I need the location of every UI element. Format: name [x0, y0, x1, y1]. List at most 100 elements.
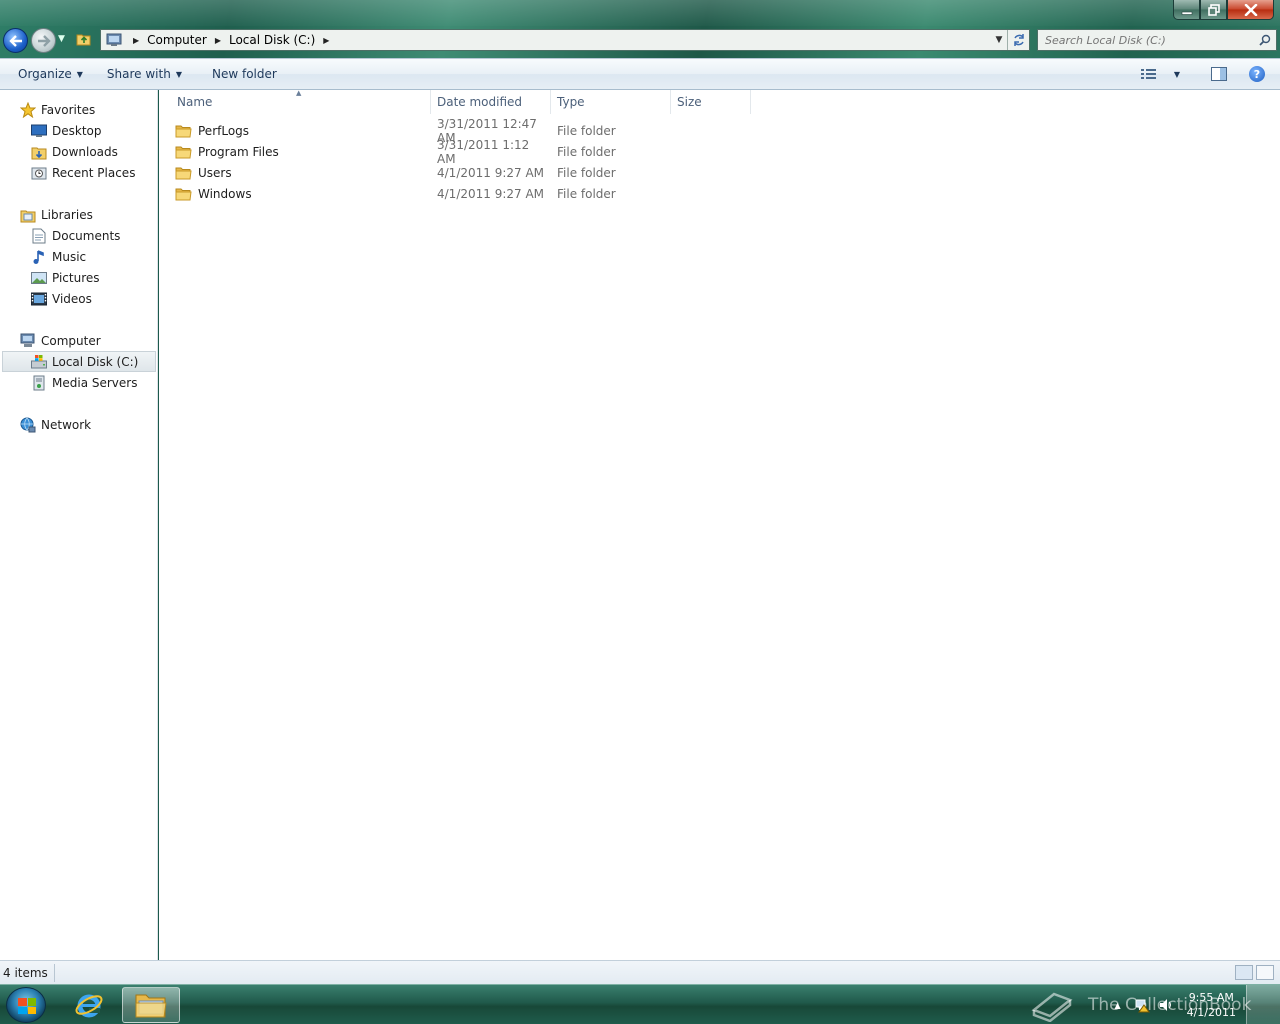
folder-icon	[175, 125, 192, 138]
column-header-type[interactable]: Type	[551, 90, 671, 114]
file-row[interactable]: Windows 4/1/2011 9:27 AM File folder	[175, 184, 671, 204]
file-date: 3/31/2011 1:12 AM	[437, 138, 530, 166]
nav-network[interactable]: Network	[0, 414, 157, 435]
show-hidden-icons-button[interactable]: ▲	[1109, 996, 1127, 1014]
file-row[interactable]: Program Files 3/31/2011 1:12 AM File fol…	[175, 138, 671, 166]
organize-label: Organize	[18, 67, 72, 81]
crumb-separator[interactable]: ▶	[323, 36, 329, 45]
navigation-pane: Favorites Desktop Downloads Recent Place…	[0, 90, 158, 960]
computer-group: Computer Local Disk (C:) Media Servers	[0, 330, 157, 393]
nav-downloads[interactable]: Downloads	[0, 141, 157, 162]
nav-documents-label: Documents	[52, 228, 121, 243]
nav-libraries[interactable]: Libraries	[0, 204, 157, 225]
nav-recent-places[interactable]: Recent Places	[0, 162, 157, 183]
nav-desktop[interactable]: Desktop	[0, 120, 157, 141]
nav-computer[interactable]: Computer	[0, 330, 157, 351]
refresh-icon	[1013, 34, 1024, 46]
nav-media-servers-label: Media Servers	[52, 375, 138, 390]
nav-downloads-label: Downloads	[52, 144, 118, 159]
breadcrumb: ▶ Computer ▶ Local Disk (C:) ▶	[125, 33, 337, 47]
file-row[interactable]: Users 4/1/2011 9:27 AM File folder	[175, 163, 671, 183]
nav-media-servers[interactable]: Media Servers	[0, 372, 157, 393]
file-list-pane: ▲ Name Date modified Type Size PerfLogs …	[159, 89, 1280, 960]
crumb-separator[interactable]: ▶	[133, 36, 139, 45]
nav-pictures-label: Pictures	[52, 270, 100, 285]
file-date: 4/1/2011 9:27 AM	[437, 166, 545, 180]
item-count: 4 items	[0, 963, 55, 982]
title-bar: ▼ ▶ Computer ▶ Local Disk (C:) ▶ ▼	[0, 0, 1280, 58]
libraries-group: Libraries Documents Music Pictures Video…	[0, 204, 157, 309]
network-group: Network	[0, 414, 157, 435]
file-name: Program Files	[198, 145, 279, 159]
column-header-date-label: Date modified	[437, 95, 523, 109]
column-header-size[interactable]: Size	[671, 90, 751, 114]
local-disk-icon	[30, 354, 47, 370]
start-button[interactable]	[6, 987, 46, 1023]
window-controls	[1173, 0, 1274, 20]
column-header-date-modified[interactable]: Date modified	[431, 90, 551, 114]
search-input[interactable]	[1038, 33, 1248, 47]
close-button[interactable]	[1227, 0, 1274, 20]
favorites-group: Favorites Desktop Downloads Recent Place…	[0, 99, 157, 183]
address-dropdown[interactable]: ▼	[991, 35, 1007, 45]
folder-icon	[175, 146, 192, 159]
system-tray: ▲ 9:55 AM 4/1/2011	[1109, 985, 1280, 1024]
nav-videos[interactable]: Videos	[0, 288, 157, 309]
file-row[interactable]: PerfLogs 3/31/2011 12:47 AM File folder	[175, 117, 671, 145]
nav-desktop-label: Desktop	[52, 123, 102, 138]
share-with-button[interactable]: Share with ▼	[99, 63, 190, 85]
clock-date: 4/1/2011	[1186, 1006, 1236, 1019]
clock-time: 9:55 AM	[1188, 991, 1234, 1004]
nav-music[interactable]: Music	[0, 246, 157, 267]
libraries-icon	[19, 207, 36, 223]
address-bar[interactable]: ▶ Computer ▶ Local Disk (C:) ▶ ▼	[100, 29, 1030, 51]
breadcrumb-computer[interactable]: Computer	[147, 33, 207, 47]
change-view-button[interactable]	[1140, 65, 1158, 83]
forward-arrow-icon	[37, 34, 51, 47]
new-folder-button[interactable]: New folder	[204, 63, 285, 85]
nav-local-disk[interactable]: Local Disk (C:)	[2, 351, 156, 372]
column-headers: ▲ Name Date modified Type Size	[159, 89, 759, 114]
back-button[interactable]	[3, 28, 28, 53]
nav-favorites[interactable]: Favorites	[0, 99, 157, 120]
status-bar: 4 items	[0, 960, 1280, 984]
nav-music-label: Music	[52, 249, 87, 264]
search-icon	[1259, 34, 1271, 46]
computer-icon	[19, 333, 36, 349]
details-view-button[interactable]	[1235, 965, 1253, 980]
nav-pictures[interactable]: Pictures	[0, 267, 157, 288]
large-icons-view-button[interactable]	[1256, 965, 1274, 980]
show-desktop-button[interactable]	[1246, 985, 1280, 1024]
star-icon	[19, 101, 36, 118]
clock[interactable]: 9:55 AM 4/1/2011	[1187, 990, 1236, 1020]
back-arrow-icon	[8, 34, 22, 47]
help-button[interactable]: ?	[1248, 65, 1266, 83]
forward-button[interactable]	[31, 28, 56, 53]
breadcrumb-local-disk[interactable]: Local Disk (C:)	[229, 33, 315, 47]
share-with-label: Share with	[106, 67, 171, 81]
folder-up-icon	[76, 34, 91, 46]
taskbar: The CollectionBook ▲ 9:55 AM 4/1/2011	[0, 984, 1280, 1024]
search-box[interactable]	[1037, 29, 1277, 51]
volume-icon[interactable]	[1157, 996, 1175, 1014]
organize-button[interactable]: Organize ▼	[10, 63, 91, 85]
refresh-button[interactable]	[1007, 30, 1029, 50]
minimize-button[interactable]	[1173, 0, 1200, 20]
details-view-icon	[1141, 69, 1156, 79]
recent-pages-dropdown[interactable]: ▼	[58, 34, 65, 44]
windows-logo-icon	[18, 998, 36, 1014]
recent-places-icon	[30, 165, 47, 181]
nav-local-disk-label: Local Disk (C:)	[52, 354, 139, 369]
view-options-dropdown[interactable]: ▼	[1168, 65, 1186, 83]
taskbar-internet-explorer[interactable]	[60, 987, 118, 1023]
column-header-name[interactable]: ▲ Name	[159, 89, 431, 114]
up-folder-button[interactable]	[75, 30, 93, 48]
column-header-type-label: Type	[557, 95, 585, 109]
restore-button[interactable]	[1200, 0, 1227, 20]
taskbar-windows-explorer[interactable]	[122, 987, 180, 1023]
explorer-folder-icon	[135, 994, 167, 1018]
network-status-icon[interactable]	[1133, 996, 1151, 1014]
nav-documents[interactable]: Documents	[0, 225, 157, 246]
preview-pane-button[interactable]	[1210, 65, 1228, 83]
crumb-separator[interactable]: ▶	[215, 36, 221, 45]
